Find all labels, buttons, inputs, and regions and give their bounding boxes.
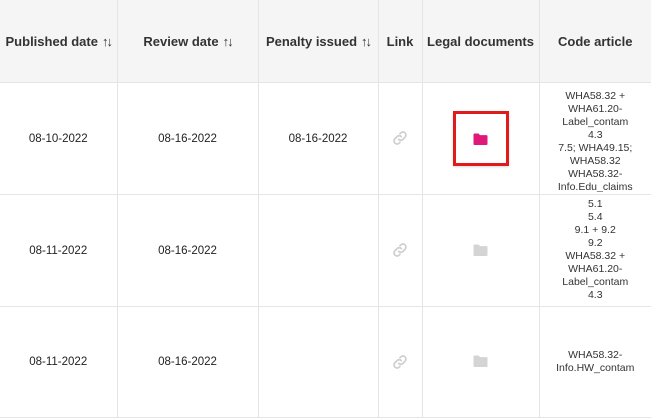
review-date: 08-16-2022 [158, 132, 217, 145]
code-article-line: 5.4 [587, 210, 603, 223]
published-date: 08-11-2022 [29, 356, 88, 368]
legal-documents-cell [422, 306, 540, 418]
code-article-line: Label_contam [562, 115, 629, 128]
penalty-issued-cell [258, 194, 379, 307]
code-article-cell: WHA58.32- Info.HW_contam [539, 307, 651, 418]
col-header-code-article: Code article [539, 0, 651, 83]
code-article-line: Info.HW_contam [556, 362, 635, 374]
review-date: 08-16-2022 [158, 356, 217, 368]
col-header-review-date[interactable]: Review date ↑↓ [117, 0, 259, 83]
results-table: Published date ↑↓ Review date ↑↓ Penalty i… [0, 0, 651, 418]
code-article-list: WHA58.32 + WHA61.20- Label_contam 4.3 7.5; W… [540, 86, 651, 192]
code-article-line: WHA61.20- [568, 102, 623, 115]
col-header-link: Link [378, 0, 423, 83]
col-header-penalty-issued[interactable]: Penalty issued ↑↓ [258, 0, 379, 83]
sort-icon[interactable]: ↑↓ [361, 34, 372, 49]
table-row: 08-10-2022 08-16-2022 08-16-2022 WHA58.3… [0, 82, 651, 195]
review-date-cell: 08-16-2022 [117, 306, 259, 418]
code-article-list: 5.1 5.4 9.1 + 9.2 9.2 WHA58.32 + WHA61.20- Lab… [540, 198, 651, 304]
code-article-line: WHA61.20- [568, 262, 623, 275]
published-date: 08-10-2022 [28, 132, 88, 145]
published-date: 08-11-2022 [29, 244, 88, 257]
link-icon[interactable] [390, 352, 410, 372]
legal-documents-cell [422, 82, 540, 195]
link-icon[interactable] [390, 240, 410, 260]
code-article-list: WHA58.32- Info.HW_contam [540, 309, 651, 415]
sort-icon[interactable]: ↑↓ [223, 34, 234, 49]
code-article-line: 7.5; WHA49.15; [558, 141, 633, 154]
published-date-cell: 08-11-2022 [0, 194, 118, 307]
code-article-line: WHA58.32- [568, 167, 623, 180]
legal-documents-cell [422, 194, 540, 307]
penalty-issued-cell [258, 306, 379, 418]
published-date-cell: 08-10-2022 [0, 82, 118, 195]
penalty-issued-date: 08-16-2022 [288, 132, 348, 145]
col-header-legal-documents: Legal documents [422, 0, 540, 83]
code-article-cell: WHA58.32 + WHA61.20- Label_contam 4.3 7.5; W… [539, 83, 651, 195]
folder-icon[interactable] [472, 243, 490, 257]
penalty-issued-cell: 08-16-2022 [258, 82, 379, 195]
review-date-cell: 08-16-2022 [117, 194, 259, 307]
code-article-line: Info.Edu_claims [557, 180, 633, 192]
code-article-line: WHA58.32 [569, 154, 621, 167]
code-article-line: WHA58.32 + [565, 89, 626, 102]
link-cell [378, 306, 423, 418]
review-date: 08-16-2022 [158, 244, 217, 257]
table-row: 08-11-2022 08-16-2022 5.1 5.4 9.1 + 9.2 9.2… [0, 194, 651, 307]
link-icon[interactable] [390, 128, 410, 148]
col-header-published-date[interactable]: Published date ↑↓ [0, 0, 118, 83]
table-row: 08-11-2022 08-16-2022 WHA58.32- Info.HW_c… [0, 306, 651, 418]
code-article-cell: 5.1 5.4 9.1 + 9.2 9.2 WHA58.32 + WHA61.20- Lab… [539, 195, 651, 307]
published-date-cell: 08-11-2022 [0, 306, 118, 418]
folder-icon[interactable] [452, 111, 509, 166]
link-cell [378, 82, 423, 195]
review-date-cell: 08-16-2022 [117, 82, 259, 195]
sort-icon[interactable]: ↑↓ [102, 34, 113, 49]
table-header-row: Published date ↑↓ Review date ↑↓ Penalty i… [0, 0, 651, 83]
code-article-line: WHA58.32- [568, 349, 623, 361]
code-article-line: 5.1 [587, 197, 603, 210]
code-article-line: 4.3 [587, 128, 603, 141]
link-cell [378, 194, 423, 307]
code-article-line: 9.2 [587, 236, 603, 249]
code-article-line: 4.3 [587, 288, 603, 301]
folder-icon[interactable] [472, 354, 490, 368]
code-article-line: WHA58.32 + [565, 249, 626, 262]
code-article-line: Label_contam [562, 275, 629, 288]
code-article-line: 9.1 + 9.2 [574, 223, 616, 236]
